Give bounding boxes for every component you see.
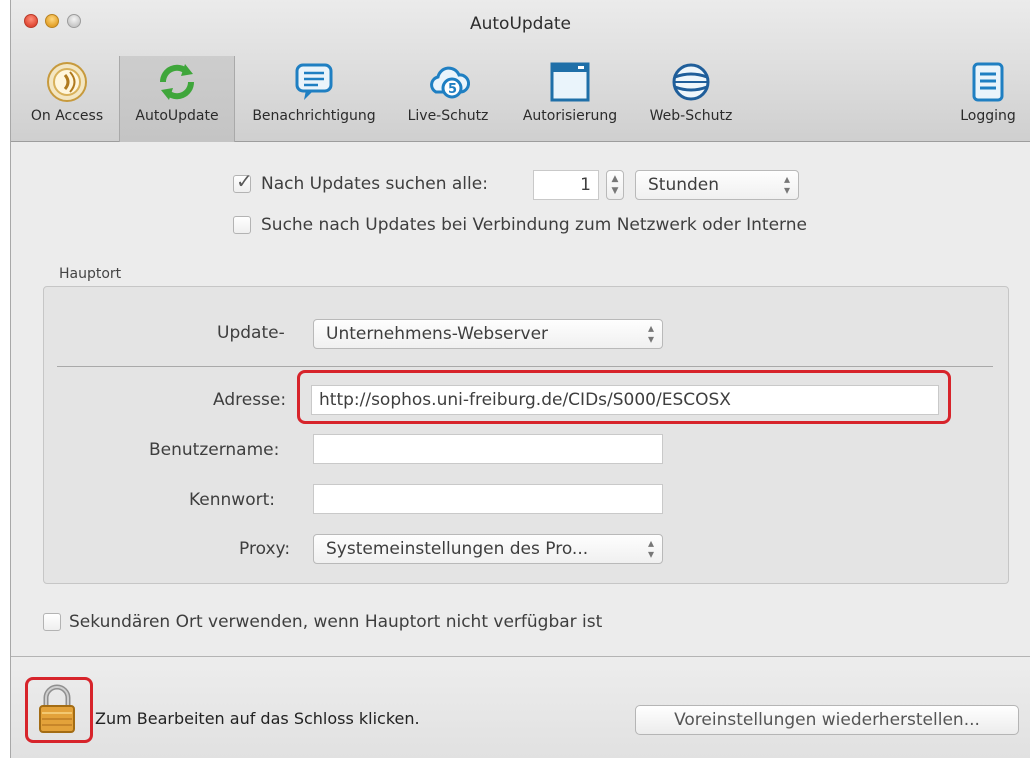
secondary-location-checkbox[interactable] — [43, 613, 61, 631]
titlebar-toolbar: AutoUpdate On Access AutoUpdate Benachri… — [11, 0, 1030, 142]
globe-icon — [672, 63, 710, 101]
toolbar-item-benachrichtigung[interactable]: Benachrichtigung — [237, 56, 391, 142]
check-updates-checkbox[interactable]: ✓ — [233, 171, 253, 193]
lock-instruction-text: Zum Bearbeiten auf das Schloss klicken. — [95, 709, 420, 728]
username-field[interactable] — [313, 434, 663, 464]
toolbar-item-live-schutz[interactable]: 5 Live-Schutz — [393, 56, 503, 142]
interval-unit-popup[interactable]: Stunden ▴ ▾ — [635, 170, 799, 200]
popup-arrows-icon: ▴ ▾ — [647, 536, 654, 561]
secondary-location-label: Sekundären Ort verwenden, wenn Hauptort … — [69, 612, 603, 632]
network-check-label: Suche nach Updates bei Verbindung zum Ne… — [261, 215, 807, 235]
checkmark-icon: ✓ — [236, 169, 253, 193]
update-from-label: Update- — [217, 323, 285, 343]
proxy-label: Proxy: — [239, 539, 291, 559]
password-field[interactable] — [313, 484, 663, 514]
toolbar-item-logging[interactable]: Logging — [949, 56, 1027, 142]
toolbar-label-on-access: On Access — [30, 108, 104, 124]
proxy-popup[interactable]: Systemeinstellungen des Pro... ▴ ▾ — [313, 534, 663, 564]
restore-defaults-button[interactable]: Voreinstellungen wiederherstellen... — [635, 705, 1019, 735]
toolbar-label-benachrichtigung: Benachrichtigung — [252, 108, 376, 124]
speech-bubble-icon — [295, 63, 333, 100]
bottom-bar: Zum Bearbeiten auf das Schloss klicken. … — [11, 656, 1030, 758]
check-updates-label: Nach Updates suchen alle: — [261, 174, 488, 194]
address-highlight-annotation — [297, 370, 951, 424]
interval-value-field[interactable]: 1 — [533, 170, 599, 200]
proxy-value: Systemeinstellungen des Pro... — [326, 539, 589, 559]
popup-arrows-icon: ▴ ▾ — [783, 172, 790, 197]
toolbar-label-autorisierung: Autorisierung — [522, 108, 618, 124]
autoupdate-settings-pane: ✓ Nach Updates suchen alle: 1 ▲ ▼ Stunden… — [11, 142, 1030, 656]
toolbar-item-autorisierung[interactable]: Autorisierung — [505, 56, 635, 142]
autoupdate-refresh-icon — [159, 64, 195, 100]
toolbar-label-web-schutz: Web-Schutz — [649, 108, 733, 124]
toolbar-item-on-access[interactable]: On Access — [17, 56, 117, 142]
interval-unit-value: Stunden — [648, 175, 720, 195]
password-label: Kennwort: — [189, 490, 275, 510]
window-app-icon — [550, 62, 590, 102]
update-source-value: Unternehmens-Webserver — [326, 324, 549, 344]
padlock-icon[interactable] — [37, 683, 77, 735]
svg-text:5: 5 — [448, 82, 457, 97]
interval-stepper[interactable]: ▲ ▼ — [606, 170, 624, 200]
address-label: Adresse: — [213, 390, 287, 410]
toolbar-label-autoupdate: AutoUpdate — [135, 108, 219, 124]
group-separator — [57, 366, 993, 367]
toolbar-label-logging: Logging — [960, 108, 1016, 124]
toolbar-label-live-schutz: Live-Schutz — [407, 108, 489, 124]
network-check-checkbox[interactable] — [233, 216, 251, 234]
toolbar-item-web-schutz[interactable]: Web-Schutz — [637, 56, 745, 142]
window-title: AutoUpdate — [469, 14, 572, 34]
popup-arrows-icon: ▴ ▾ — [647, 321, 654, 346]
autoupdate-window: AutoUpdate On Access AutoUpdate Benachri… — [10, 0, 1030, 758]
on-access-icon — [47, 62, 87, 102]
cloud-shield-icon: 5 — [430, 66, 470, 99]
list-document-icon — [972, 62, 1004, 102]
username-label: Benutzername: — [149, 440, 280, 460]
primary-location-group-label: Hauptort — [59, 266, 122, 282]
toolbar-item-autoupdate[interactable]: AutoUpdate — [119, 56, 235, 142]
update-source-popup[interactable]: Unternehmens-Webserver ▴ ▾ — [313, 319, 663, 349]
